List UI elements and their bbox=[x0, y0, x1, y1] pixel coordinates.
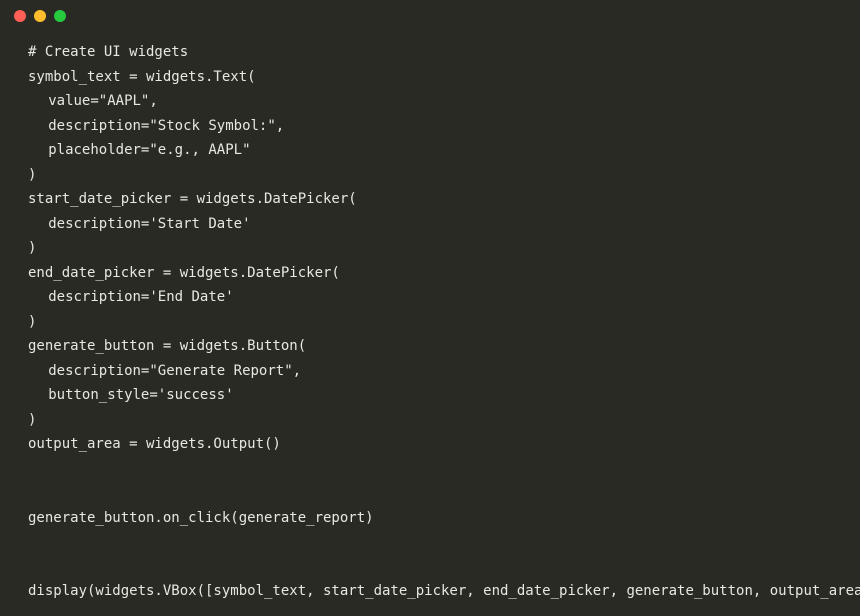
code-line: output_area = widgets.Output() bbox=[28, 432, 832, 457]
code-line bbox=[28, 555, 832, 580]
zoom-icon[interactable] bbox=[54, 10, 66, 22]
code-line bbox=[28, 457, 832, 482]
code-line: display(widgets.VBox([symbol_text, start… bbox=[28, 579, 832, 604]
minimize-icon[interactable] bbox=[34, 10, 46, 22]
code-line: button_style='success' bbox=[28, 383, 832, 408]
code-line: description='Start Date' bbox=[28, 212, 832, 237]
code-line: value="AAPL", bbox=[28, 89, 832, 114]
code-line: description='End Date' bbox=[28, 285, 832, 310]
code-editor[interactable]: # Create UI widgetssymbol_text = widgets… bbox=[0, 32, 860, 616]
close-icon[interactable] bbox=[14, 10, 26, 22]
code-line: generate_button.on_click(generate_report… bbox=[28, 506, 832, 531]
code-line: placeholder="e.g., AAPL" bbox=[28, 138, 832, 163]
code-line: start_date_picker = widgets.DatePicker( bbox=[28, 187, 832, 212]
code-line: ) bbox=[28, 163, 832, 188]
code-line: ) bbox=[28, 310, 832, 335]
code-window: # Create UI widgetssymbol_text = widgets… bbox=[0, 0, 860, 616]
titlebar bbox=[0, 0, 860, 32]
code-line: generate_button = widgets.Button( bbox=[28, 334, 832, 359]
code-line: symbol_text = widgets.Text( bbox=[28, 65, 832, 90]
code-line: ) bbox=[28, 408, 832, 433]
code-line bbox=[28, 481, 832, 506]
code-line: description="Generate Report", bbox=[28, 359, 832, 384]
code-line bbox=[28, 530, 832, 555]
code-line: ) bbox=[28, 236, 832, 261]
code-line: description="Stock Symbol:", bbox=[28, 114, 832, 139]
code-line: end_date_picker = widgets.DatePicker( bbox=[28, 261, 832, 286]
code-line: # Create UI widgets bbox=[28, 40, 832, 65]
